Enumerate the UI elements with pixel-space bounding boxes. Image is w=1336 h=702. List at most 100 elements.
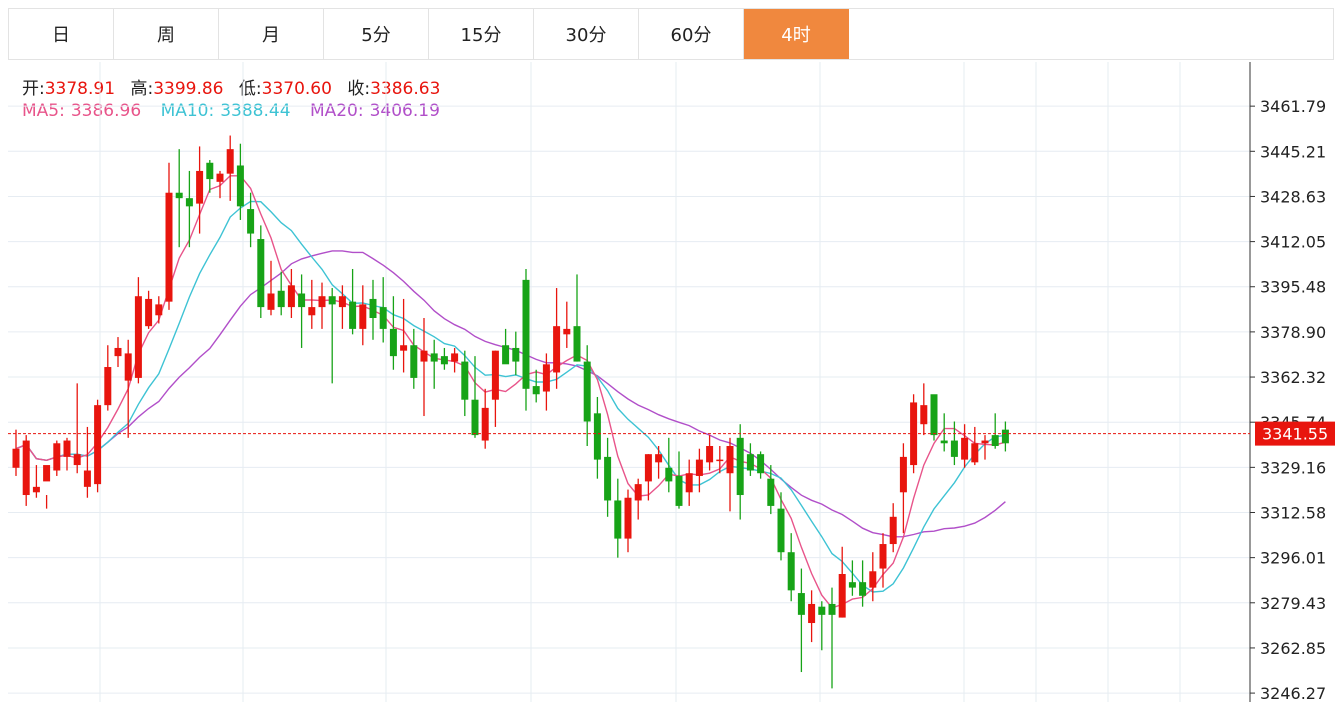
candle-body <box>859 582 867 596</box>
candle-body <box>757 454 765 474</box>
candle-body <box>542 364 550 392</box>
last-price-marker: 3341.55 <box>8 421 1335 446</box>
y-tick-label: 3362.32 <box>1260 368 1326 387</box>
candle-body <box>879 544 887 569</box>
candle-body <box>512 347 520 362</box>
candle-body <box>236 165 244 207</box>
y-tick-label: 3428.63 <box>1260 187 1326 206</box>
y-tick-label: 3378.90 <box>1260 323 1326 342</box>
y-tick-label: 3329.16 <box>1260 458 1326 477</box>
candle-body <box>165 192 173 302</box>
candle-body <box>746 454 754 471</box>
candle-body <box>338 296 346 308</box>
candle-body <box>369 298 377 318</box>
candle-body <box>124 353 132 381</box>
candle-body <box>175 192 183 199</box>
candle-body <box>828 603 836 615</box>
candle-body <box>430 353 438 362</box>
candle-body <box>706 446 714 463</box>
candle-body <box>848 582 856 588</box>
candle-body <box>593 413 601 460</box>
price-axis: 3461.79 3445.21 3428.63 3412.05 3395.48 3378.… <box>1249 62 1326 702</box>
candle-body <box>869 571 877 588</box>
candle-body <box>104 367 112 406</box>
candle-body <box>675 475 683 506</box>
candle-body <box>930 394 938 436</box>
candle-body <box>634 484 642 501</box>
candle-body <box>818 606 826 615</box>
moving-average-lines <box>15 175 1006 609</box>
candle-body <box>257 239 265 308</box>
y-tick-label: 3312.58 <box>1260 504 1326 523</box>
candle-body <box>12 448 20 468</box>
y-tick-label: 3296.01 <box>1260 549 1326 568</box>
candle-body <box>359 304 367 329</box>
candle-body <box>379 307 387 329</box>
candle-body <box>318 296 326 308</box>
y-tick-label: 3395.48 <box>1260 278 1326 297</box>
candle-body <box>247 209 255 234</box>
candle-body <box>1001 429 1009 444</box>
candle-body <box>328 296 336 305</box>
candle-body <box>624 497 632 539</box>
candle-body <box>644 454 652 482</box>
candle-body <box>614 500 622 539</box>
ma10-line <box>15 200 1006 593</box>
candle-body <box>961 437 969 460</box>
candle-body <box>838 574 846 618</box>
candle-body <box>145 298 153 327</box>
candle-body <box>196 170 204 204</box>
y-tick-label: 3445.21 <box>1260 142 1326 161</box>
candle-body <box>63 440 71 457</box>
candle-body <box>43 465 51 482</box>
candle-body <box>787 552 795 591</box>
candle-body <box>981 440 989 444</box>
candle-body <box>185 198 193 207</box>
candle-body <box>481 407 489 441</box>
candle-body <box>53 443 61 471</box>
candle-body <box>889 516 897 545</box>
candle-body <box>899 456 907 493</box>
candle-body <box>950 440 958 457</box>
y-tick-label: 3246.27 <box>1260 684 1326 702</box>
candle-body <box>226 149 234 174</box>
candle-body <box>134 296 142 378</box>
candle-body <box>410 345 418 378</box>
candle-body <box>287 285 295 308</box>
candle-body <box>685 473 693 493</box>
candle-body <box>726 446 734 474</box>
candle-body <box>777 508 785 553</box>
candle-body <box>767 478 775 506</box>
candle-body <box>553 326 561 373</box>
candle-body <box>736 437 744 496</box>
candle-body <box>461 361 469 400</box>
y-tick-label: 3279.43 <box>1260 594 1326 613</box>
candle-body <box>400 345 408 351</box>
candle-body <box>451 353 459 362</box>
candle-body <box>267 293 275 310</box>
candle-body <box>491 350 499 400</box>
candle-body <box>73 454 81 466</box>
candle-body <box>655 454 663 463</box>
candle-body <box>920 405 928 425</box>
candle-body <box>695 459 703 476</box>
candle-body <box>532 386 540 395</box>
candles <box>12 135 1009 689</box>
candle-body <box>32 486 40 493</box>
candle-body <box>206 162 214 180</box>
candle-body <box>22 440 30 496</box>
candle-body <box>502 345 510 365</box>
candle-body <box>216 173 224 182</box>
candle-body <box>277 290 285 308</box>
candle-body <box>420 350 428 362</box>
candle-body <box>604 456 612 501</box>
candle-body <box>522 279 530 389</box>
y-tick-label: 3461.79 <box>1260 97 1326 116</box>
candle-body <box>797 593 805 615</box>
candle-body <box>155 304 163 316</box>
grid <box>8 62 1250 702</box>
candle-body <box>471 399 479 436</box>
candle-body <box>716 459 724 462</box>
candle-body <box>808 603 816 624</box>
y-tick-label: 3262.85 <box>1260 639 1326 658</box>
